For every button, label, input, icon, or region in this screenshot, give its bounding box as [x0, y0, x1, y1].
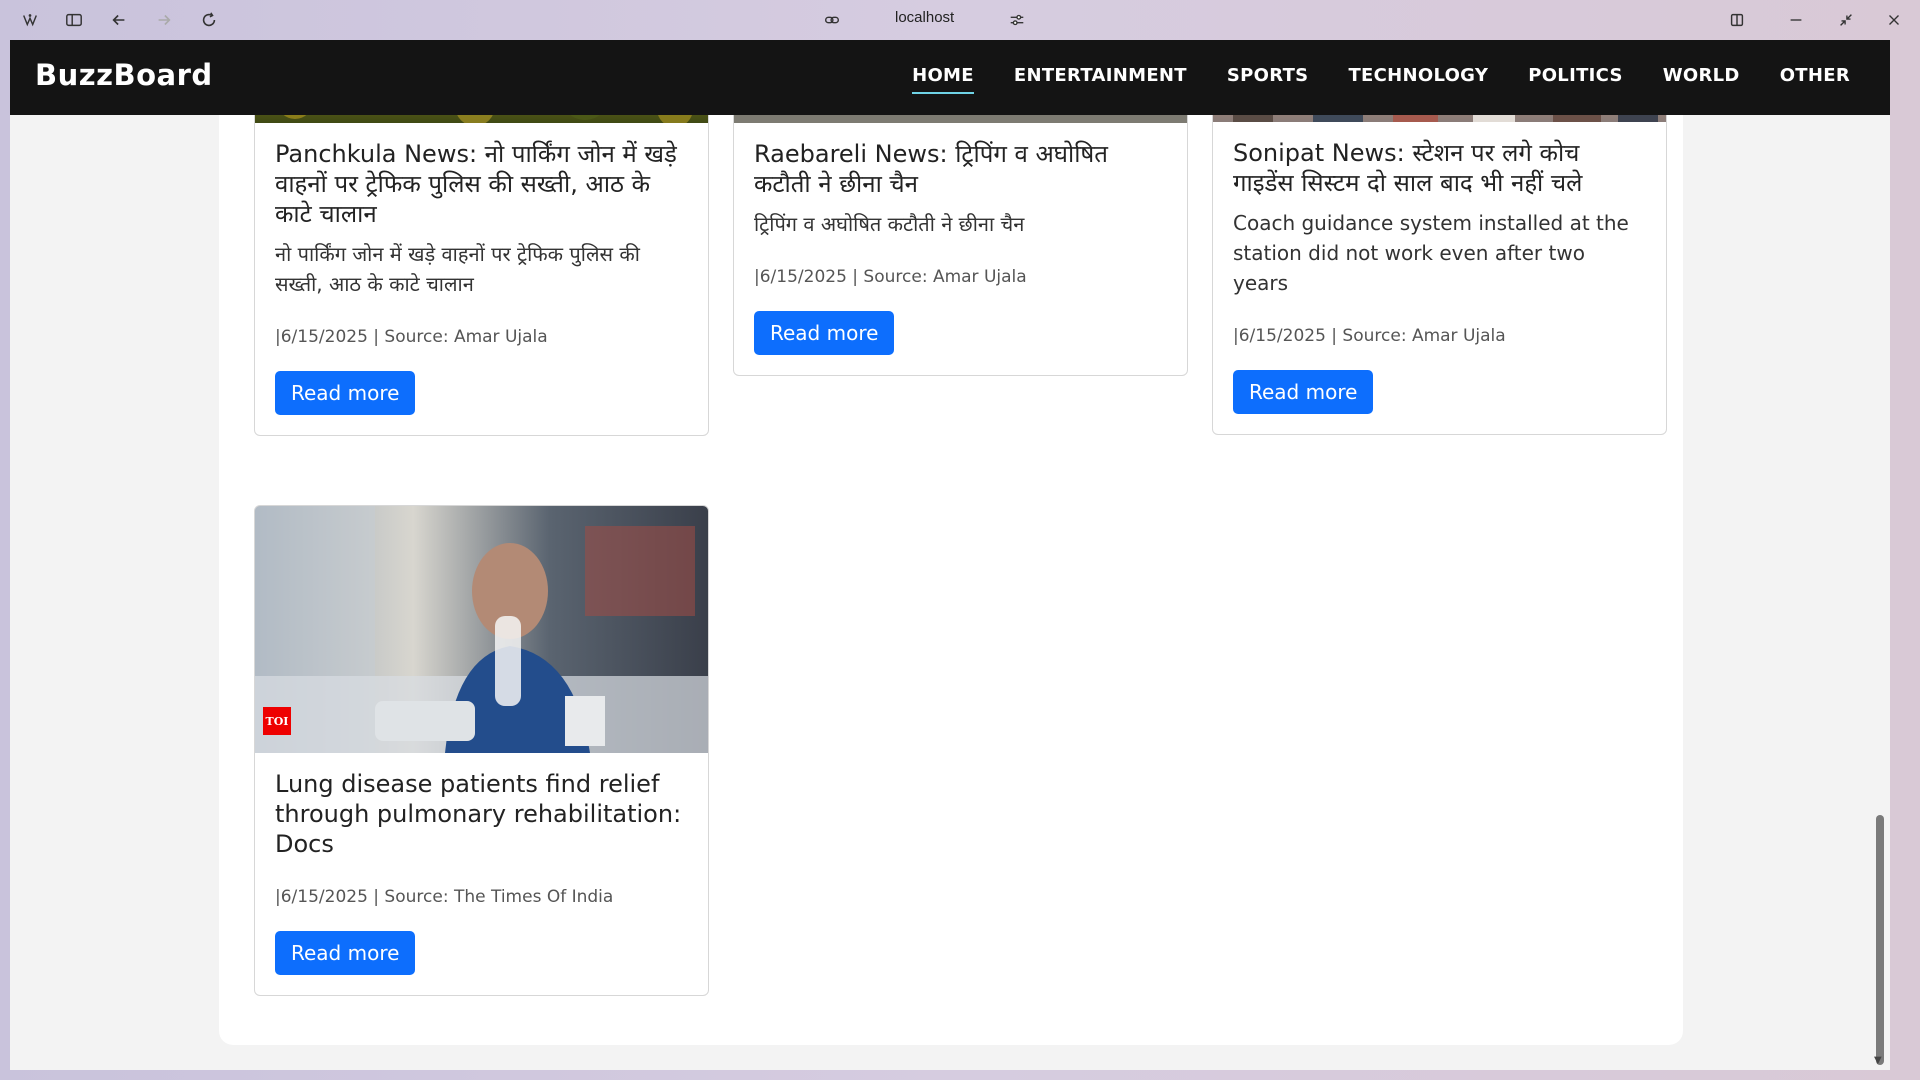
- read-more-button[interactable]: Read more: [754, 311, 895, 355]
- source-logo-badge: TOI: [263, 707, 291, 735]
- back-icon[interactable]: [107, 8, 131, 32]
- link-icon[interactable]: [820, 8, 844, 32]
- nav-technology[interactable]: TECHNOLOGY: [1348, 65, 1488, 94]
- read-more-button[interactable]: Read more: [1233, 370, 1374, 414]
- nav-sports[interactable]: SPORTS: [1227, 65, 1309, 94]
- forward-icon[interactable]: [152, 8, 176, 32]
- minimize-icon[interactable]: [1784, 8, 1808, 32]
- browser-logo-icon[interactable]: [18, 8, 42, 32]
- card-title[interactable]: Lung disease patients find relief throug…: [275, 769, 688, 859]
- nav-home[interactable]: HOME: [912, 65, 974, 94]
- sidebar-toggle-icon[interactable]: [62, 8, 86, 32]
- restore-icon[interactable]: [1834, 8, 1858, 32]
- split-view-icon[interactable]: [1725, 8, 1749, 32]
- nav-politics[interactable]: POLITICS: [1528, 65, 1623, 94]
- page-viewport: Panchkula News: नो पार्किंग जोन में खड़े…: [10, 40, 1890, 1070]
- card-meta: |6/15/2025 | Source: Amar Ujala: [1233, 326, 1506, 346]
- browser-toolbar: localhost: [0, 0, 1920, 40]
- news-image[interactable]: TOI: [255, 506, 708, 753]
- card-description: Coach guidance system installed at the s…: [1233, 211, 1629, 295]
- read-more-button[interactable]: Read more: [275, 931, 416, 975]
- card-description: ट्रिपिंग व अघोषित कटौती ने छीना चैन: [754, 212, 1025, 236]
- reload-icon[interactable]: [197, 8, 221, 32]
- card-title[interactable]: Raebareli News: ट्रिपिंग व अघोषित कटौती …: [754, 139, 1167, 199]
- card-meta: |6/15/2025 | Source: Amar Ujala: [275, 327, 548, 347]
- card-title[interactable]: Sonipat News: स्टेशन पर लगे कोच गाइडेंस …: [1233, 138, 1646, 198]
- site-brand[interactable]: BuzzBoard: [35, 58, 213, 92]
- close-icon[interactable]: [1882, 8, 1906, 32]
- card-meta: |6/15/2025 | Source: Amar Ujala: [754, 267, 1027, 287]
- news-container: Panchkula News: नो पार्किंग जोन में खड़े…: [219, 40, 1683, 1045]
- nav-entertainment[interactable]: ENTERTAINMENT: [1014, 65, 1187, 94]
- site-settings-icon[interactable]: [1005, 8, 1029, 32]
- site-navbar: BuzzBoard HOME ENTERTAINMENT SPORTS TECH…: [10, 40, 1890, 115]
- page-scrollbar[interactable]: ▲ ▼: [1870, 40, 1890, 1070]
- card-meta: |6/15/2025 | Source: The Times Of India: [275, 887, 614, 907]
- nav-world[interactable]: WORLD: [1663, 65, 1740, 94]
- nav-menu: HOME ENTERTAINMENT SPORTS TECHNOLOGY POL…: [912, 65, 1850, 94]
- scroll-down-arrow-icon[interactable]: ▼: [1874, 1055, 1882, 1066]
- card-title[interactable]: Panchkula News: नो पार्किंग जोन में खड़े…: [275, 139, 688, 229]
- card-description: नो पार्किंग जोन में खड़े वाहनों पर ट्रेफ…: [275, 242, 640, 296]
- news-card: TOI Lung disease patients find relief th…: [254, 505, 709, 996]
- patient-inhaler-image: [255, 506, 708, 753]
- nav-other[interactable]: OTHER: [1780, 65, 1850, 94]
- address-bar[interactable]: localhost: [895, 9, 954, 26]
- scroll-thumb[interactable]: [1876, 815, 1884, 1065]
- read-more-button[interactable]: Read more: [275, 371, 416, 415]
